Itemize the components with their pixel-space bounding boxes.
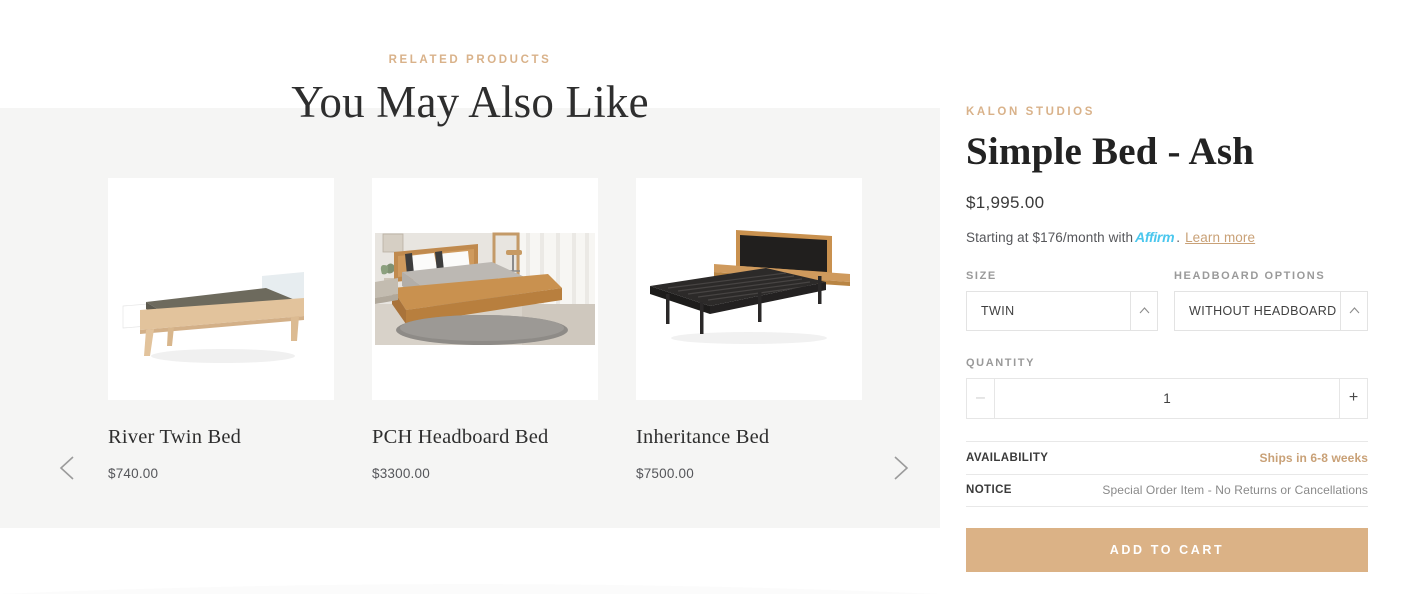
chevron-up-icon: [1130, 291, 1157, 330]
table-row: AVAILABILITY Ships in 6-8 weeks: [966, 440, 1368, 474]
headboard-select[interactable]: WITHOUT HEADBOARD: [1174, 290, 1368, 331]
curve-shape-icon: [0, 584, 940, 594]
pch-headboard-bed-illustration: [372, 178, 598, 400]
product-brand: KALON STUDIOS: [966, 106, 1095, 118]
product-image-inheritance-bed: [636, 178, 862, 400]
quantity-decrement-button[interactable]: –: [967, 378, 995, 418]
product-price: $1,995.00: [966, 192, 1045, 212]
table-row: NOTICE Special Order Item - No Returns o…: [966, 473, 1368, 507]
product-title: Inheritance Bed: [636, 426, 770, 448]
chevron-left-icon: [59, 456, 74, 480]
product-image-river-twin-bed: [108, 178, 334, 400]
notice-value: Special Order Item - No Returns or Cance…: [1102, 483, 1368, 498]
add-to-cart-button[interactable]: ADD TO CART: [966, 527, 1368, 572]
related-section-title: You May Also Like: [291, 77, 649, 127]
inheritance-bed-illustration: [636, 178, 862, 400]
size-select[interactable]: TWIN: [966, 290, 1158, 331]
learn-more-link[interactable]: Learn more: [1185, 230, 1255, 245]
page-title: Simple Bed - Ash: [966, 130, 1255, 173]
product-title: PCH Headboard Bed: [372, 426, 549, 448]
product-image-pch-headboard-bed: [372, 178, 598, 400]
product-card[interactable]: Inheritance Bed $7500.00: [636, 178, 862, 481]
headboard-select-value: WITHOUT HEADBOARD: [1189, 303, 1337, 318]
product-price: $740.00: [108, 466, 159, 481]
quantity-label: QUANTITY: [966, 356, 1036, 369]
size-select-value: TWIN: [981, 303, 1015, 318]
availability-key: AVAILABILITY: [966, 451, 1049, 464]
chevron-right-icon: [894, 456, 909, 480]
product-card[interactable]: River Twin Bed $740.00: [108, 178, 334, 481]
notice-key: NOTICE: [966, 484, 1012, 497]
chevron-up-icon: [1340, 291, 1367, 330]
product-card[interactable]: PCH Headboard Bed $3300.00: [372, 178, 598, 481]
product-detail-panel: KALON STUDIOS Simple Bed - Ash $1,995.00…: [966, 0, 1368, 594]
related-carousel: River Twin Bed $740.00 PCH Headboard Bed…: [0, 178, 940, 481]
financing-line: Starting at $176/month with Affirm . Lea…: [966, 229, 1368, 245]
product-title: River Twin Bed: [108, 426, 242, 448]
product-info-table: AVAILABILITY Ships in 6-8 weeks NOTICE S…: [966, 440, 1368, 507]
related-eyebrow: RELATED PRODUCTS: [388, 54, 552, 66]
financing-period: .: [1176, 229, 1181, 245]
carousel-prev-button[interactable]: [46, 446, 90, 490]
river-twin-bed-illustration: [108, 178, 334, 400]
availability-value: Ships in 6-8 weeks: [1259, 450, 1368, 465]
size-label: SIZE: [966, 269, 997, 282]
product-price: $3300.00: [372, 466, 430, 481]
option-labels-row: SIZE HEADBOARD OPTIONS: [966, 270, 1368, 282]
headboard-label: HEADBOARD OPTIONS: [1174, 269, 1326, 282]
financing-text: Starting at $176/month with: [966, 229, 1134, 245]
quantity-increment-button[interactable]: +: [1339, 378, 1367, 418]
affirm-logo: Affirm: [1135, 228, 1175, 245]
option-selects-row: TWIN WITHOUT HEADBOARD: [966, 290, 1368, 331]
quantity-value[interactable]: 1: [995, 379, 1339, 418]
product-price: $7500.00: [636, 466, 694, 481]
page-bottom-decoration: [0, 580, 940, 594]
carousel-next-button[interactable]: [878, 446, 922, 490]
quantity-stepper: – 1 +: [966, 377, 1368, 419]
related-products-section: RELATED PRODUCTS You May Also Like River…: [0, 0, 940, 594]
